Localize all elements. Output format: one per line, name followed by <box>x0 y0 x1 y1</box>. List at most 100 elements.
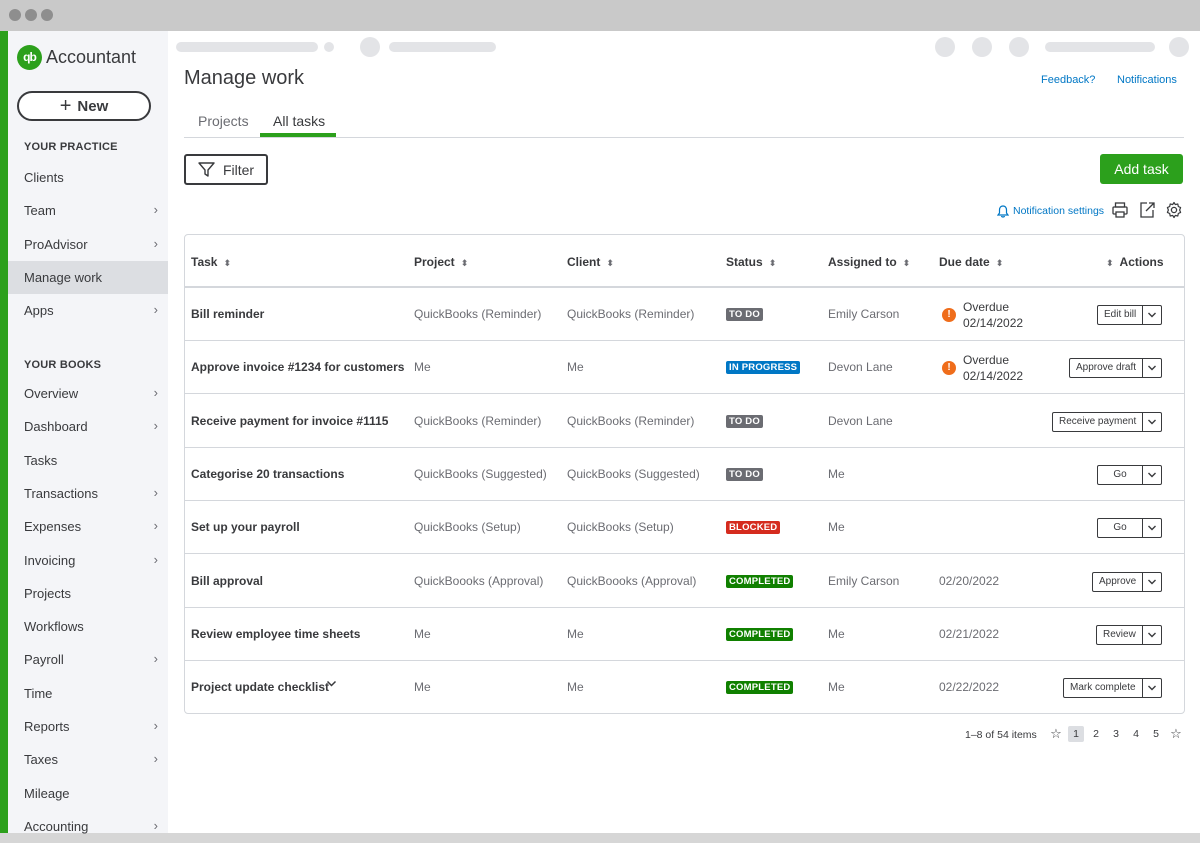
tab-all-tasks[interactable]: All tasks <box>273 113 325 129</box>
sidebar-item-label: Time <box>24 685 53 701</box>
table-row[interactable]: Categorise 20 transactions QuickBooks (Su… <box>185 448 1184 501</box>
page-number-5[interactable]: 5 <box>1148 726 1164 742</box>
column-header-client[interactable]: Client ⬍ <box>567 255 614 269</box>
sidebar-item-overview[interactable]: Overview › <box>8 377 168 410</box>
chevron-down-icon[interactable] <box>1142 306 1161 324</box>
chevron-down-icon[interactable] <box>1142 465 1161 484</box>
top-bar-placeholder <box>360 37 380 57</box>
sidebar-item-team[interactable]: Team › <box>8 194 168 227</box>
client-name: QuickBooks (Reminder) <box>567 413 695 428</box>
gear-icon[interactable] <box>1165 201 1183 219</box>
sidebar-item-transactions[interactable]: Transactions › <box>8 477 168 510</box>
sidebar-item-projects[interactable]: Projects <box>8 577 168 610</box>
sidebar-item-label: ProAdvisor <box>24 236 88 252</box>
filter-button[interactable]: Filter <box>184 154 268 185</box>
column-header-task[interactable]: Task ⬍ <box>191 255 231 269</box>
column-header-actions[interactable]: ⬍ Actions <box>1106 255 1164 269</box>
project-name: Me <box>414 626 431 641</box>
sidebar-item-taxes[interactable]: Taxes › <box>8 743 168 776</box>
sidebar-item-dashboard[interactable]: Dashboard › <box>8 410 168 443</box>
row-action-button[interactable]: Receive payment <box>1052 411 1163 432</box>
filter-icon <box>198 162 215 177</box>
table-row[interactable]: Project update checklist Me Me COMPLETED Me 0… <box>185 661 1184 714</box>
column-header-assigned-to[interactable]: Assigned to ⬍ <box>828 255 910 269</box>
chevron-down-icon[interactable] <box>1142 519 1161 538</box>
sidebar-item-workflows[interactable]: Workflows <box>8 610 168 643</box>
row-action-button[interactable]: Edit bill <box>1097 305 1163 325</box>
sidebar: qb Accountant + New YOUR PRACTICE Client… <box>0 31 168 834</box>
due-date: Overdue 02/14/2022 <box>963 299 1023 331</box>
client-name: QuickBooks (Setup) <box>567 520 674 535</box>
row-action-button[interactable]: Go <box>1097 464 1162 485</box>
export-icon[interactable] <box>1138 201 1156 219</box>
feedback-link[interactable]: Feedback? <box>1041 74 1095 86</box>
sidebar-item-clients[interactable]: Clients <box>8 161 168 194</box>
page-title: Manage work <box>184 67 305 89</box>
status-badge: COMPLETED <box>726 574 794 588</box>
page-number-4[interactable]: 4 <box>1128 726 1144 742</box>
row-action-button[interactable]: Approve <box>1092 571 1163 592</box>
chevron-down-icon[interactable] <box>1142 412 1161 431</box>
first-page-star-icon[interactable]: ☆ <box>1048 726 1064 742</box>
sidebar-item-payroll[interactable]: Payroll › <box>8 643 168 676</box>
table-row[interactable]: Set up your payroll QuickBooks (Setup) Qui… <box>185 501 1184 555</box>
sidebar-item-accounting[interactable]: Accounting › <box>8 810 168 843</box>
client-name: Me <box>567 626 584 641</box>
new-button-label: New <box>77 97 109 115</box>
due-date-value: 02/14/2022 <box>963 369 1024 384</box>
table-row[interactable]: Approve invoice #1234 for customers Me Me I… <box>185 341 1184 395</box>
table-row[interactable]: Review employee time sheets Me Me COMPLETED… <box>185 608 1184 661</box>
sidebar-item-apps[interactable]: Apps › <box>8 294 168 327</box>
row-action-button[interactable]: Approve draft <box>1069 358 1163 379</box>
assignee-name: Emily Carson <box>828 573 900 588</box>
sidebar-item-expenses[interactable]: Expenses › <box>8 510 168 543</box>
sidebar-item-time[interactable]: Time <box>8 677 168 710</box>
window-minimize-button[interactable] <box>25 9 37 21</box>
sidebar-item-manage-work[interactable]: Manage work <box>8 260 168 294</box>
page-number-3[interactable]: 3 <box>1108 726 1124 742</box>
last-page-star-icon[interactable]: ☆ <box>1168 726 1184 742</box>
window-maximize-button[interactable] <box>41 9 53 21</box>
overdue-label: Overdue <box>963 353 1010 368</box>
chevron-down-icon[interactable] <box>1141 679 1161 698</box>
sort-icon: ⬍ <box>223 258 232 268</box>
tab-projects[interactable]: Projects <box>198 113 249 129</box>
sort-icon: ⬍ <box>460 258 469 268</box>
chevron-down-icon[interactable] <box>1142 359 1161 378</box>
column-header-project[interactable]: Project ⬍ <box>414 255 468 269</box>
sidebar-item-tasks[interactable]: Tasks <box>8 444 168 477</box>
project-name: QuickBooks (Suggested) <box>414 466 547 481</box>
notification-settings-link[interactable]: Notification settings <box>997 203 1104 219</box>
print-icon[interactable] <box>1111 201 1129 219</box>
column-header-due-date[interactable]: Due date ⬍ <box>939 255 1003 269</box>
app-logo[interactable]: qb Accountant <box>17 44 136 70</box>
table-row[interactable]: Bill approval QuickBoooks (Approval) Quick… <box>185 555 1184 608</box>
row-action-button[interactable]: Go <box>1097 518 1162 539</box>
chevron-right-icon: › <box>153 385 158 400</box>
sidebar-item-proadvisor[interactable]: ProAdvisor › <box>8 228 168 261</box>
project-name: QuickBooks (Reminder) <box>414 413 542 428</box>
window-close-button[interactable] <box>9 9 21 21</box>
top-bar-placeholder <box>176 42 318 52</box>
row-action-button[interactable]: Mark complete <box>1063 678 1162 699</box>
sidebar-item-invoicing[interactable]: Invoicing › <box>8 544 168 577</box>
row-action-label: Mark complete <box>1070 682 1136 694</box>
notifications-link[interactable]: Notifications <box>1117 74 1177 86</box>
sort-icon: ⬍ <box>606 258 614 268</box>
sidebar-item-label: Tasks <box>24 452 58 468</box>
add-task-button[interactable]: Add task <box>1100 154 1183 184</box>
column-header-status[interactable]: Status ⬍ <box>726 255 776 269</box>
chevron-down-icon[interactable] <box>1141 625 1161 644</box>
sidebar-item-reports[interactable]: Reports › <box>8 710 168 743</box>
new-button[interactable]: + New <box>17 91 151 121</box>
chevron-down-icon[interactable] <box>326 678 337 692</box>
top-bar-placeholder <box>389 42 496 52</box>
page-number-2[interactable]: 2 <box>1088 726 1104 742</box>
page-number-1[interactable]: 1 <box>1068 726 1084 742</box>
status-badge: IN PROGRESS <box>726 361 801 375</box>
sidebar-item-mileage[interactable]: Mileage <box>8 777 168 810</box>
table-row[interactable]: Receive payment for invoice #1115 QuickBo… <box>185 395 1184 448</box>
row-action-button[interactable]: Review <box>1096 624 1162 645</box>
chevron-down-icon[interactable] <box>1142 572 1161 591</box>
table-row[interactable]: Bill reminder QuickBooks (Reminder) QuickB… <box>185 288 1184 341</box>
